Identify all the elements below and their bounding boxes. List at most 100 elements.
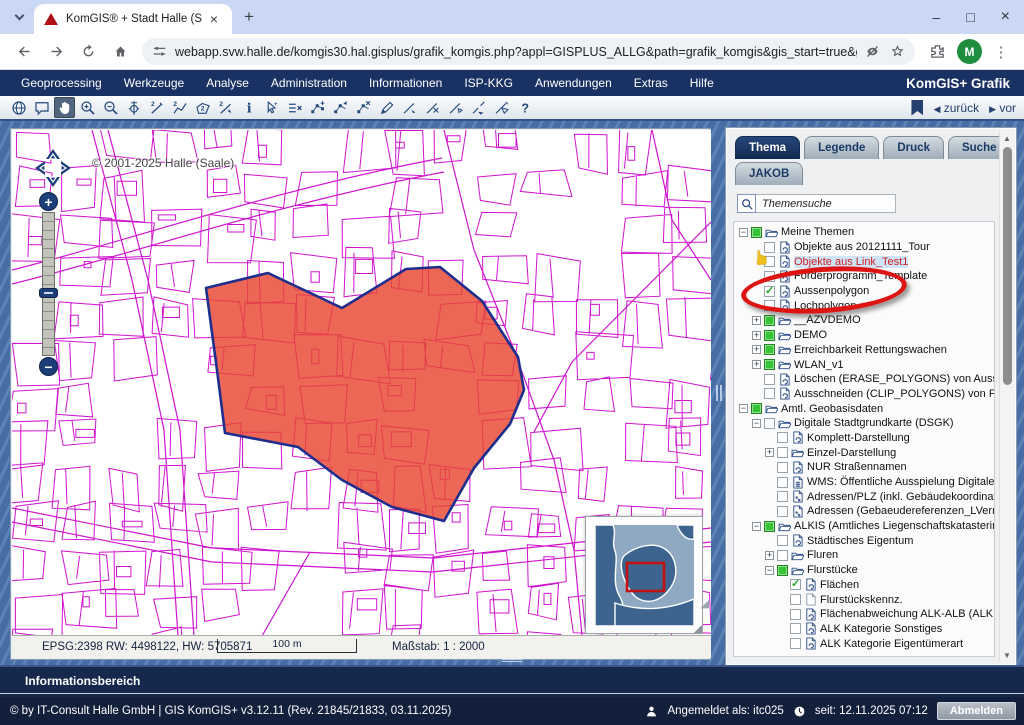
info-button[interactable]	[238, 97, 259, 118]
edge-edit-button[interactable]	[422, 97, 443, 118]
tree-item[interactable]: + DEMO	[737, 328, 994, 343]
tree-expander[interactable]: +	[752, 316, 761, 325]
tree-checkbox[interactable]	[764, 256, 775, 267]
tree-checkbox[interactable]	[777, 550, 788, 561]
tree-checkbox[interactable]	[777, 491, 788, 502]
tree-checkbox[interactable]	[751, 227, 762, 238]
tree-item[interactable]: − Amtl. Geobasisdaten	[737, 401, 994, 416]
tree-checkbox[interactable]	[764, 300, 775, 311]
center-map-button[interactable]	[123, 97, 144, 118]
tree-item-label[interactable]: Fluren	[807, 549, 838, 561]
pan-button[interactable]	[54, 97, 75, 118]
tree-expander[interactable]: +	[752, 331, 761, 340]
tree-item-label[interactable]: Flurstückskennz.	[820, 594, 903, 606]
tree-item[interactable]: ALK Kategorie Eigentümerart	[737, 636, 994, 651]
menu-geoprocessing[interactable]: Geoprocessing	[10, 76, 113, 90]
tree-item-label[interactable]: Ausschneiden (CLIP_POLYGONS) von Flu	[794, 388, 995, 400]
tree-item[interactable]: Lochpolygon	[737, 298, 994, 313]
tree-item[interactable]: + Einzel-Darstellung	[737, 445, 994, 460]
tree-item-label[interactable]: Förderprogramm_Template	[794, 270, 927, 282]
zoom-in-button[interactable]	[77, 97, 98, 118]
tree-item[interactable]: ALK Kategorie Sonstiges	[737, 622, 994, 637]
window-minimize-button[interactable]: –	[932, 9, 940, 25]
menu-isp-kkg[interactable]: ISP-KKG	[453, 76, 524, 90]
tree-item-label[interactable]: Flächen	[820, 579, 859, 591]
tree-item-label[interactable]: NUR Straßennamen	[807, 461, 907, 473]
scroll-up-icon[interactable]: ▲	[1000, 131, 1014, 145]
window-close-button[interactable]: ×	[1001, 8, 1010, 26]
theme-search-icon[interactable]	[737, 194, 756, 213]
tree-item-label[interactable]: Objekte aus Link_Test1	[794, 256, 908, 268]
tree-checkbox[interactable]: ✓	[764, 286, 775, 297]
inset-resize-grip-icon[interactable]: ◢	[694, 624, 702, 634]
tree-expander[interactable]: −	[739, 404, 748, 413]
menu-anwendungen[interactable]: Anwendungen	[524, 76, 623, 90]
tree-expander[interactable]: +	[752, 360, 761, 369]
tree-expander[interactable]: +	[765, 551, 774, 560]
tree-item-label[interactable]: Erreichbarkeit Rettungswachen	[794, 344, 947, 356]
url-text[interactable]: webapp.svw.halle.de/komgis30.hal.gisplus…	[175, 45, 857, 59]
tree-checkbox[interactable]	[764, 315, 775, 326]
tree-item[interactable]: Komplett-Darstellung	[737, 431, 994, 446]
forward-button[interactable]	[43, 39, 69, 65]
site-settings-icon[interactable]	[152, 44, 167, 59]
new-tab-button[interactable]: +	[244, 7, 254, 27]
tab-thema[interactable]: Thema	[735, 136, 800, 159]
menu-extras[interactable]: Extras	[623, 76, 679, 90]
tree-item-label[interactable]: Amtl. Geobasisdaten	[781, 403, 883, 415]
panel-scrollbar[interactable]: ▲ ▼	[999, 131, 1014, 662]
select-button[interactable]	[261, 97, 282, 118]
tree-item-label[interactable]: Aussenpolygon	[794, 285, 869, 297]
tree-item-label[interactable]: Komplett-Darstellung	[807, 432, 910, 444]
tree-checkbox[interactable]	[764, 359, 775, 370]
edge-delete-button[interactable]	[491, 97, 512, 118]
tree-item[interactable]: Adressen (Gebaeudereferenzen_LVerm	[737, 504, 994, 519]
window-maximize-button[interactable]: □	[966, 9, 974, 25]
measure-point-button[interactable]	[146, 97, 167, 118]
tree-item[interactable]: − ALKIS (Amtliches Liegenschaftskatasteri…	[737, 519, 994, 534]
tree-item[interactable]: Objekte aus Link_Test1	[737, 254, 994, 269]
tree-item[interactable]: + Fluren	[737, 548, 994, 563]
tree-checkbox[interactable]	[764, 344, 775, 355]
tree-item[interactable]: WMS: Öffentliche Ausspielung Digitale S	[737, 475, 994, 490]
tree-expander[interactable]: +	[752, 345, 761, 354]
logout-button[interactable]: Abmelden	[937, 702, 1016, 720]
overview-inset[interactable]: ◢	[585, 516, 703, 634]
tree-checkbox[interactable]	[764, 242, 775, 253]
profile-avatar[interactable]: M	[957, 39, 982, 64]
tree-item[interactable]: NUR Straßennamen	[737, 460, 994, 475]
zoom-minus-button[interactable]: −	[39, 357, 58, 376]
tree-item-label[interactable]: ALKIS (Amtliches Liegenschaftskatasterin…	[794, 520, 995, 532]
tree-expander[interactable]: +	[765, 448, 774, 457]
tree-checkbox[interactable]	[777, 535, 788, 546]
edge-snap-button[interactable]	[445, 97, 466, 118]
help-button[interactable]	[514, 97, 535, 118]
tree-item-label[interactable]: WMS: Öffentliche Ausspielung Digitale S	[807, 476, 995, 488]
tooltip-button[interactable]	[31, 97, 52, 118]
tree-checkbox[interactable]	[751, 403, 762, 414]
tree-item-label[interactable]: Städtisches Eigentum	[807, 535, 913, 547]
vertex-add-button[interactable]	[307, 97, 328, 118]
back-button[interactable]	[11, 39, 37, 65]
tree-item[interactable]: + Erreichbarkeit Rettungswachen	[737, 343, 994, 358]
menu-administration[interactable]: Administration	[260, 76, 358, 90]
tree-expander[interactable]: −	[739, 228, 748, 237]
menu-werkzeuge[interactable]: Werkzeuge	[113, 76, 195, 90]
zoom-slider-track[interactable]	[42, 212, 55, 356]
tree-item-label[interactable]: Einzel-Darstellung	[807, 447, 896, 459]
tree-item-label[interactable]: Objekte aus 20121111_Tour	[794, 241, 930, 253]
tab-jakob[interactable]: JAKOB	[735, 162, 803, 185]
tree-item-label[interactable]: __AZVDEMO	[794, 314, 861, 326]
tree-checkbox[interactable]	[764, 418, 775, 429]
scroll-down-icon[interactable]: ▼	[1000, 648, 1014, 662]
scrollbar-thumb[interactable]	[1003, 147, 1012, 385]
map-canvas[interactable]: © 2001-2025 Halle (Saale) + −	[12, 130, 711, 636]
tree-checkbox[interactable]	[764, 388, 775, 399]
tree-checkbox[interactable]	[764, 374, 775, 385]
tree-item-label[interactable]: DEMO	[794, 329, 827, 341]
map-resize-grip-icon[interactable]: ◢	[701, 597, 709, 610]
bookmark-icon[interactable]	[911, 100, 923, 116]
tree-expander[interactable]: −	[752, 522, 761, 531]
tree-checkbox[interactable]	[777, 565, 788, 576]
tree-item[interactable]: −Flurstücke	[737, 563, 994, 578]
